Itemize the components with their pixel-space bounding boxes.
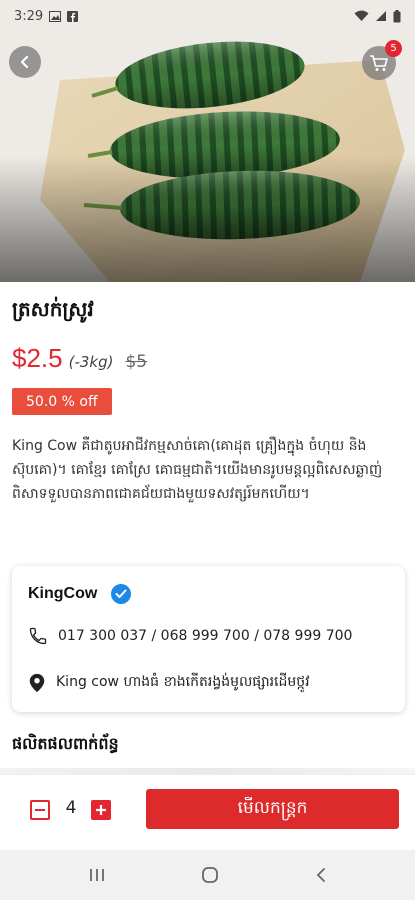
minus-icon [35,809,45,811]
plus-icon [96,805,106,815]
quantity-increase-button[interactable] [91,800,111,820]
status-time: 3:29 [14,8,44,24]
battery-icon [393,9,401,22]
shop-phone[interactable]: 017 300 037 / 068 999 700 / 078 999 700 [28,626,352,646]
chevron-left-icon [20,55,29,69]
wifi-icon [354,10,369,21]
cart-button[interactable]: 5 [362,40,402,80]
phone-numbers: 017 300 037 / 068 999 700 / 078 999 700 [58,628,353,644]
location-pin-icon [29,673,45,692]
home-icon[interactable] [201,866,219,884]
back-button[interactable] [9,46,41,78]
signal-icon [376,11,386,21]
shop-name: KingCow [28,585,98,602]
unit: (-3kg) [68,353,114,371]
product-description: King Cow គឺជាតូបអាជីវកម្មសាច់គោ(គោដុត គ្… [12,438,383,502]
shop-address[interactable]: King cow ហាងធំ ខាងកើតរង្វង់មូលផ្សារដើមថ្… [28,672,310,693]
view-cart-button[interactable]: មើលកន្ត្រក [146,789,399,829]
discount-badge: 50.0 % off [12,388,112,415]
quantity-decrease-button[interactable] [30,800,50,820]
price: $2.5 [12,343,63,373]
price-row: $2.5 (-3kg) $5 [12,343,147,374]
system-nav-bar [0,850,415,900]
old-price: $5 [125,352,148,372]
product-title: ត្រសក់ស្រូវ [12,297,94,321]
related-products-title: ផលិតផលពាក់ព័ន្ធ [12,734,119,753]
cart-action-bar: 4 មើលកន្ត្រក [0,774,415,850]
recents-icon[interactable] [88,867,106,883]
shop-card[interactable]: KingCow 017 300 037 / 068 999 700 / 078 … [12,566,405,712]
back-nav-icon[interactable] [314,867,328,883]
quantity-value: 4 [65,798,77,818]
address-text: King cow ហាងធំ ខាងកើតរង្វង់មូលផ្សារដើមថ្… [56,674,310,690]
status-bar: 3:29 [0,0,415,32]
product-photo [0,0,415,282]
gallery-icon [49,10,62,22]
phone-icon [29,627,47,645]
facebook-icon [67,10,79,22]
product-image [0,0,415,282]
cart-icon [370,55,388,71]
verified-icon [111,584,132,604]
cart-count-badge: 5 [385,40,402,57]
